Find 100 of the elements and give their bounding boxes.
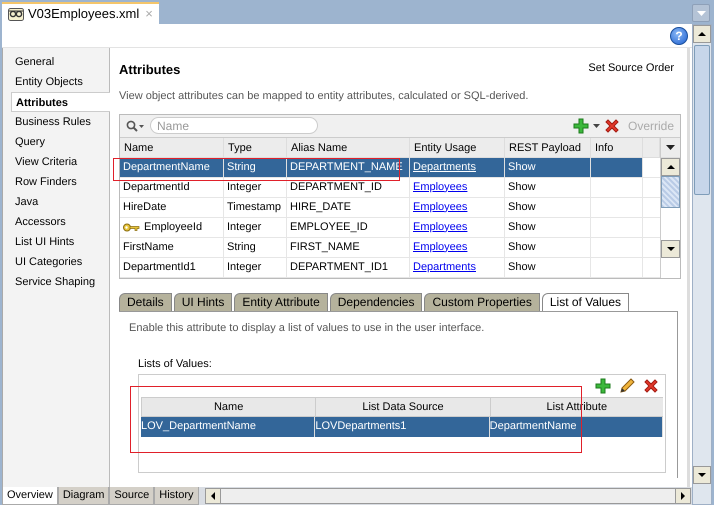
search-icon[interactable]: [126, 120, 146, 132]
alias-name: EMPLOYEE_ID: [290, 220, 368, 233]
alias-name: FIRST_NAME: [290, 240, 360, 253]
tab[interactable]: Dependencies: [330, 292, 422, 311]
editor-tab[interactable]: Diagram: [58, 487, 110, 505]
file-tab-title: V03Employees.xml: [28, 6, 140, 22]
add-icon[interactable]: [595, 378, 611, 394]
sidebar-item[interactable]: Attributes: [11, 92, 110, 112]
rest-payload-value: Show: [508, 180, 536, 193]
attribute-name: EmployeeId: [144, 220, 202, 235]
attribute-name: DepartmentId1: [123, 260, 196, 275]
sidebar-item[interactable]: Row Finders: [3, 172, 109, 192]
column-menu-button[interactable]: [661, 138, 680, 158]
sidebar-item[interactable]: Query: [3, 132, 109, 152]
tab[interactable]: UI Hints: [174, 292, 232, 311]
up-arrow-icon: [666, 164, 674, 169]
sidebar-item[interactable]: View Criteria: [3, 152, 109, 172]
sidebar-item[interactable]: List UI Hints: [3, 232, 109, 252]
scroll-down-button[interactable]: [693, 466, 711, 484]
scroll-left-button[interactable]: [206, 489, 221, 503]
right-arrow-icon: [680, 492, 685, 500]
table-row[interactable]: EmployeeId Integer EMPLOYEE_ID Employees Show: [120, 218, 660, 238]
set-source-order-link[interactable]: Set Source Order: [588, 62, 674, 78]
column-header[interactable]: REST Payload: [505, 138, 591, 157]
up-arrow-icon: [698, 32, 706, 36]
scroll-up-button[interactable]: [693, 25, 711, 43]
editor-tab[interactable]: History: [154, 487, 199, 505]
table-row[interactable]: FirstName String FIRST_NAME Employees Show: [120, 238, 660, 258]
alias-name: DEPARTMENT_ID: [290, 180, 382, 193]
sidebar-item[interactable]: Business Rules: [3, 112, 109, 132]
caret-icon[interactable]: [592, 124, 600, 128]
scroll-up-button[interactable]: [661, 158, 680, 176]
tab[interactable]: Entity Attribute: [234, 292, 328, 311]
sidebar-item[interactable]: Java: [3, 192, 109, 212]
delete-icon[interactable]: [643, 378, 659, 394]
caret-icon: [696, 10, 706, 16]
column-header[interactable]: Alias Name: [287, 138, 410, 157]
horizontal-scrollbar[interactable]: [204, 488, 691, 504]
sidebar-item[interactable]: Entity Objects: [3, 72, 109, 92]
sidebar-item[interactable]: General: [3, 52, 109, 72]
search-field[interactable]: Name: [150, 117, 318, 134]
entity-usage-link[interactable]: Employees: [413, 220, 468, 233]
attribute-type: Integer: [227, 220, 262, 233]
column-header[interactable]: Entity Usage: [410, 138, 505, 157]
attribute-type: String: [227, 240, 256, 253]
delete-icon[interactable]: [604, 118, 620, 134]
left-arrow-icon: [210, 492, 215, 500]
section-description: View object attributes can be mapped to entity attributes, calculated or SQL-derived.: [119, 90, 530, 103]
table-row[interactable]: DepartmentId1 Integer DEPARTMENT_ID1 Departments Show: [120, 258, 660, 278]
lists-of-values-label: Lists of Values:: [138, 358, 213, 372]
attribute-name: DepartmentId: [123, 180, 190, 195]
rest-payload-value: Show: [508, 160, 536, 173]
sidebar-item[interactable]: Accessors: [3, 212, 109, 232]
caret-icon: [666, 144, 675, 150]
column-header[interactable]: Name: [120, 138, 224, 157]
alias-name: DEPARTMENT_ID1: [290, 260, 388, 273]
editor-tab[interactable]: Source: [109, 487, 154, 505]
entity-usage-link[interactable]: Employees: [413, 240, 468, 253]
editor-tab[interactable]: Overview: [2, 487, 58, 505]
section-title: Attributes: [119, 62, 180, 78]
table-row[interactable]: DepartmentId Integer DEPARTMENT_ID Employees Show: [120, 178, 660, 198]
xml-file-icon: [8, 8, 24, 20]
attribute-type: Integer: [227, 260, 262, 273]
entity-usage-link[interactable]: Employees: [413, 180, 468, 193]
add-icon[interactable]: [572, 118, 589, 134]
rest-payload-value: Show: [508, 200, 536, 213]
scroll-down-button[interactable]: [661, 240, 680, 258]
column-header[interactable]: Name: [141, 397, 316, 418]
attribute-name: DepartmentName: [123, 160, 210, 175]
rest-payload-value: Show: [508, 220, 536, 233]
table-cell: DepartmentName: [490, 420, 576, 432]
sidebar-item[interactable]: Service Shaping: [3, 272, 109, 292]
attribute-type: String: [227, 160, 256, 173]
table-row[interactable]: LOV_DepartmentName LOVDepartments1 DepartmentName: [141, 417, 663, 438]
table-cell: LOVDepartments1: [315, 420, 406, 432]
scrollbar-thumb[interactable]: [661, 176, 680, 208]
pencil-icon[interactable]: [619, 378, 635, 394]
entity-usage-link[interactable]: Departments: [413, 160, 476, 173]
scrollbar-thumb[interactable]: [694, 45, 710, 195]
list-of-values-description: Enable this attribute to display a list of values to use in the user interface.: [129, 322, 486, 335]
scroll-right-button[interactable]: [674, 489, 690, 503]
column-header[interactable]: Type: [224, 138, 287, 157]
rest-payload-value: Show: [508, 260, 536, 273]
attribute-type: Timestamp: [227, 200, 281, 213]
tab[interactable]: List of Values: [542, 292, 630, 311]
table-row[interactable]: HireDate Timestamp HIRE_DATE Employees Show: [120, 198, 660, 218]
attribute-type: Integer: [227, 180, 262, 193]
alias-name: HIRE_DATE: [290, 200, 351, 213]
column-header[interactable]: Info: [591, 138, 643, 157]
entity-usage-link[interactable]: Employees: [413, 200, 468, 213]
file-tab[interactable]: V03Employees.xml ×: [2, 2, 159, 24]
column-header[interactable]: List Data Source: [315, 397, 490, 418]
entity-usage-link[interactable]: Departments: [413, 260, 476, 273]
tab[interactable]: Custom Properties: [424, 292, 540, 311]
down-arrow-icon: [666, 246, 674, 251]
attribute-name: FirstName: [123, 240, 174, 255]
tab[interactable]: Details: [119, 292, 172, 311]
table-cell: LOV_DepartmentName: [141, 420, 256, 432]
attribute-name: HireDate: [123, 200, 166, 215]
sidebar-item[interactable]: UI Categories: [3, 252, 109, 272]
